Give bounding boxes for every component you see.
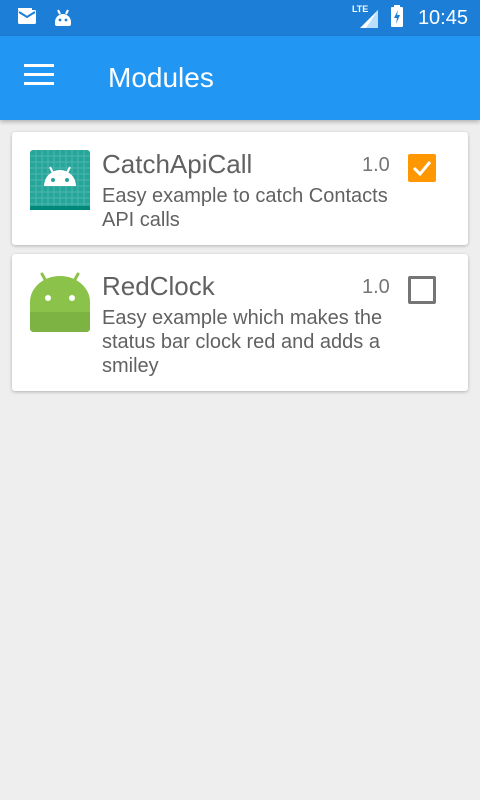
module-description: Easy example which makes the status bar … (102, 307, 383, 377)
signal-icon: LTE (352, 4, 380, 30)
module-version: 1.0 (362, 154, 390, 176)
android-grid-icon (30, 150, 90, 210)
status-time: 10:45 (417, 6, 468, 29)
app-bar: Modules (0, 36, 480, 120)
android-robot-icon (30, 272, 90, 332)
hamburger-menu-icon[interactable] (24, 64, 60, 92)
module-enable-checkbox[interactable] (408, 154, 436, 182)
module-card-redclock[interactable]: RedClock Easy example which makes the st… (12, 254, 468, 391)
notification-icons (16, 6, 74, 33)
module-version: 1.0 (362, 276, 390, 298)
checkmark-icon (412, 161, 432, 177)
module-enable-checkbox[interactable] (408, 276, 436, 304)
android-notification-icon (52, 6, 74, 33)
module-name: RedClock (102, 271, 215, 301)
battery-charging-icon (390, 4, 404, 33)
module-name: CatchApiCall (102, 149, 253, 179)
module-list: CatchApiCall Easy example to catch Conta… (12, 132, 468, 400)
page-title: Modules (108, 62, 214, 93)
mail-icon (16, 6, 38, 33)
module-card-catchapicall[interactable]: CatchApiCall Easy example to catch Conta… (12, 132, 468, 245)
system-icons: LTE 10:45 (352, 0, 468, 36)
status-bar: LTE 10:45 (0, 0, 480, 36)
module-description: Easy example to catch Contacts API calls (102, 185, 388, 231)
